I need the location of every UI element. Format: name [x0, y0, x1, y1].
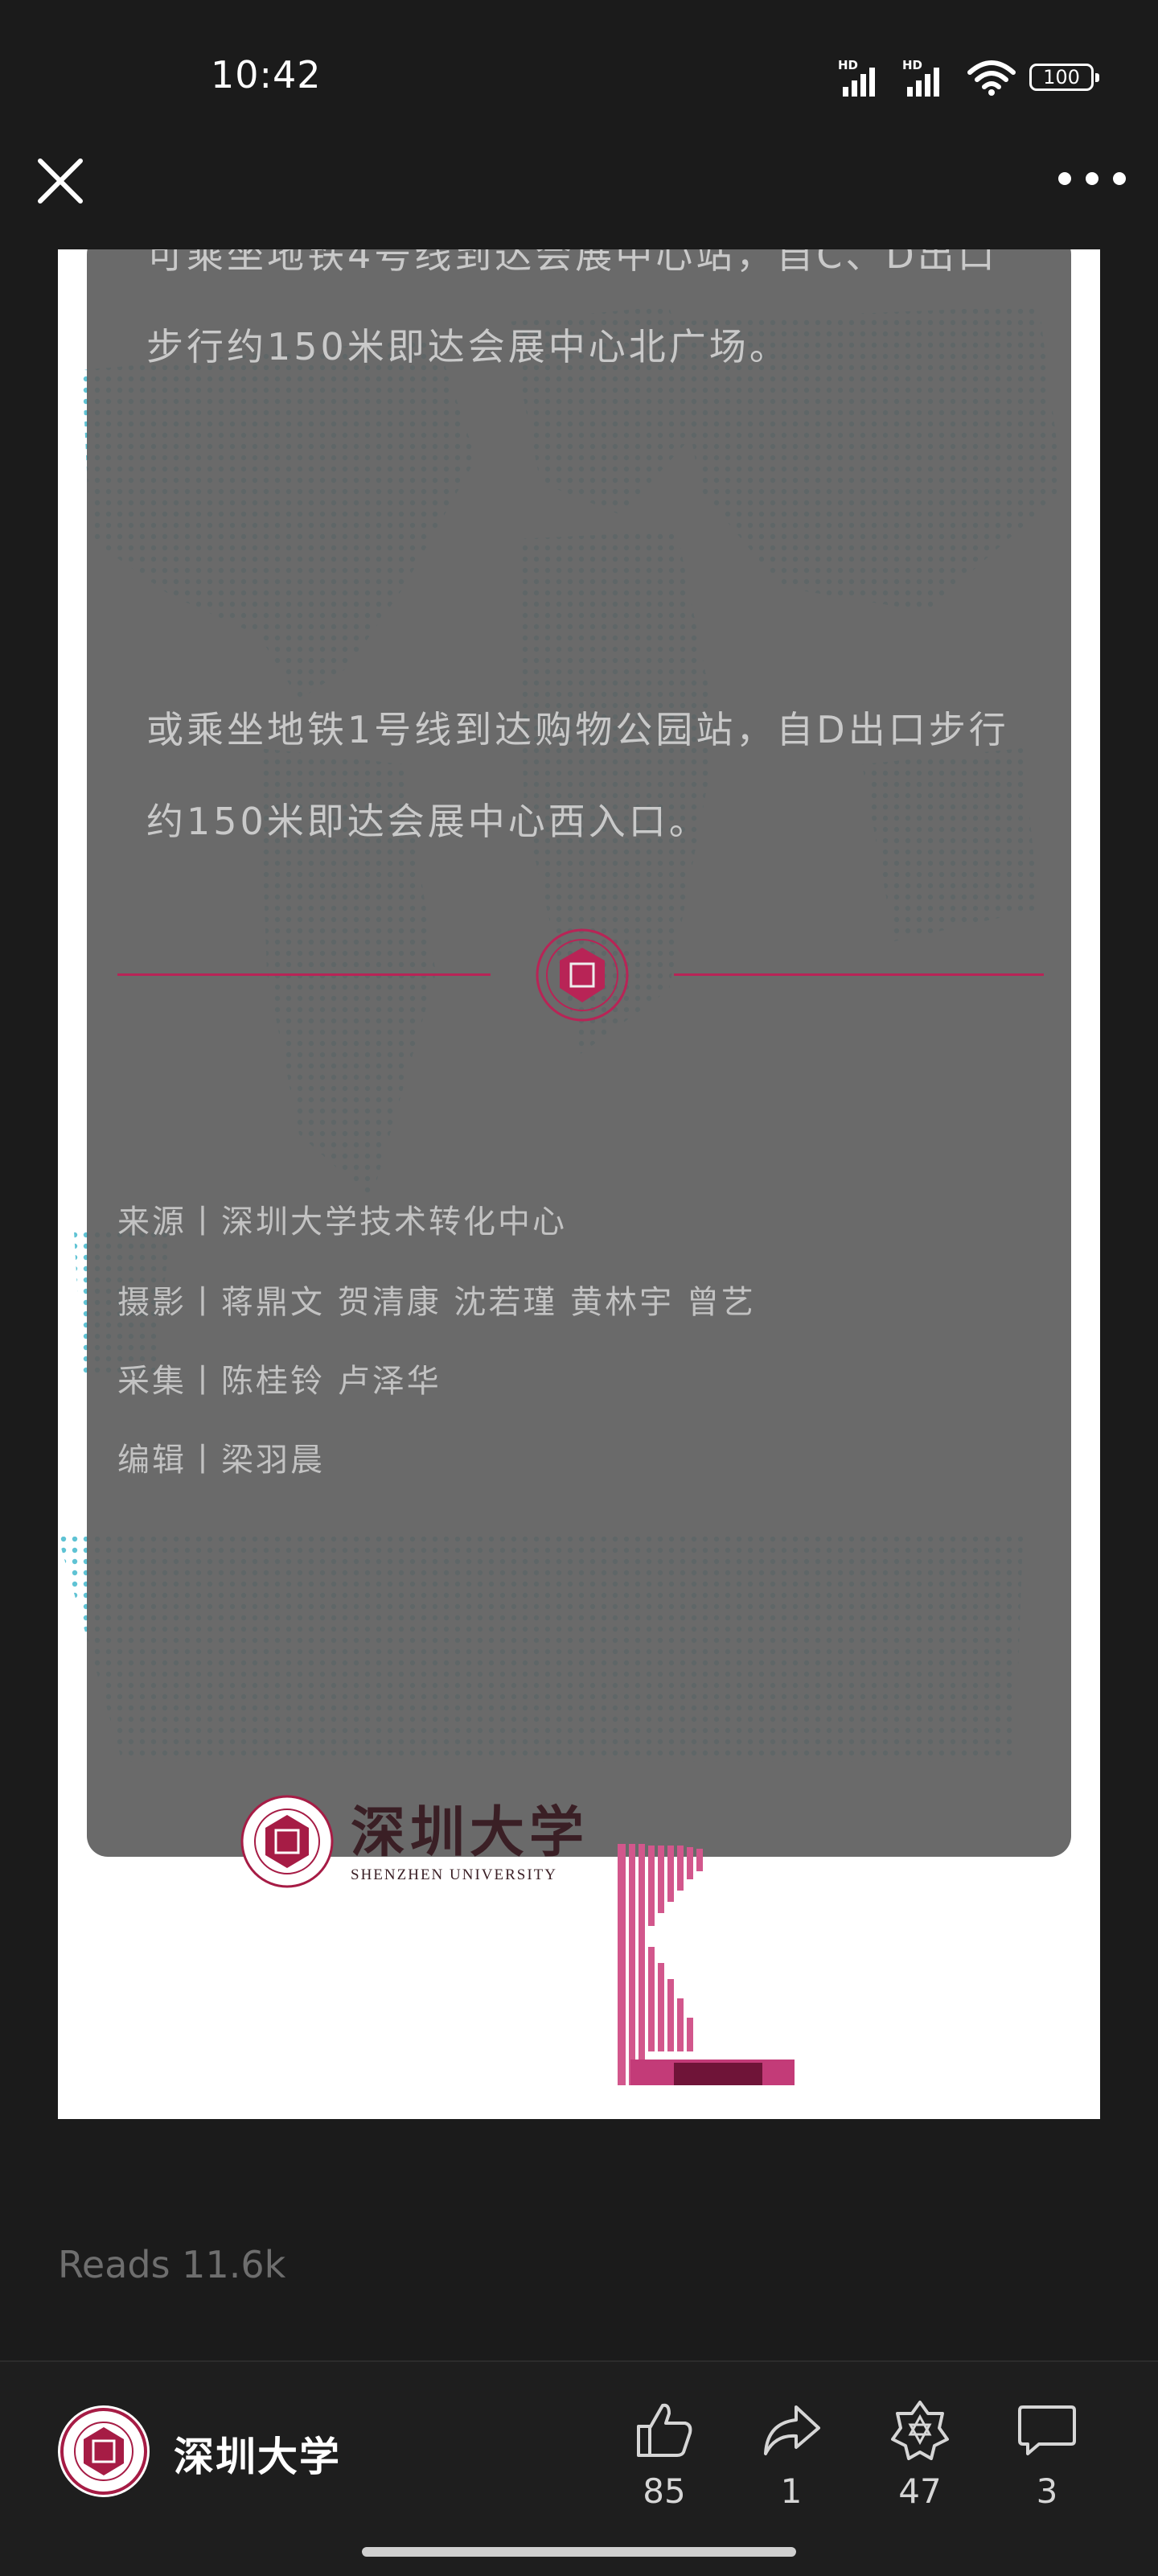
credit-editor: 编辑丨梁羽晨 [117, 1442, 325, 1479]
university-logo: 深圳大学 SHENZHEN UNIVERSITY [240, 1794, 589, 1889]
home-indicator[interactable] [362, 2547, 796, 2557]
wow-icon [891, 2401, 949, 2460]
bottom-action-bar: 深圳大学 85 1 47 3 [0, 2360, 1158, 2576]
account-name[interactable]: 深圳大学 [174, 2425, 341, 2483]
credit-photography: 摄影丨蒋鼎文 贺清康 沈若瑾 黄林宇 曾艺 [117, 1284, 756, 1321]
wow-count: 47 [898, 2471, 942, 2511]
letter-e-graphic [618, 1844, 795, 2085]
cell-signal-icon-2: HD [902, 58, 954, 97]
article-image: 可乘坐地铁4号线到达会展中心站，自C、D出口步行约150米即达会展中心北广场。 … [58, 249, 1100, 2119]
like-icon [637, 2403, 692, 2457]
status-time: 10:42 [211, 53, 322, 97]
status-icons: HD HD 100 [838, 58, 1099, 97]
university-emblem-icon [240, 1795, 334, 1888]
university-seal-icon [536, 928, 629, 1022]
wow-button[interactable]: 47 [872, 2397, 968, 2518]
divider-left [117, 973, 491, 976]
logo-name-en: SHENZHEN UNIVERSITY [351, 1866, 558, 1883]
reads-count: Reads 11.6k [58, 2243, 286, 2286]
like-count: 85 [643, 2471, 686, 2511]
comment-button[interactable]: 3 [999, 2397, 1095, 2518]
cell-signal-icon: HD [838, 58, 889, 97]
credit-source: 来源丨深圳大学技术转化中心 [117, 1204, 567, 1241]
like-button[interactable]: 85 [616, 2397, 712, 2518]
credit-collection: 采集丨陈桂铃 卢泽华 [117, 1363, 441, 1400]
logo-name-cn: 深圳大学 [351, 1800, 589, 1865]
university-emblem-icon [60, 2408, 147, 2495]
route-info-card: 可乘坐地铁4号线到达会展中心站，自C、D出口步行约150米即达会展中心北广场。 … [87, 249, 1071, 1857]
more-icon[interactable] [1058, 161, 1126, 196]
route-paragraph-1: 可乘坐地铁4号线到达会展中心站，自C、D出口步行约150米即达会展中心北广场。 [146, 249, 998, 368]
route-paragraph-2: 或乘坐地铁1号线到达购物公园站，自D出口步行约150米即达会展中心西入口。 [146, 708, 1009, 843]
share-count: 1 [780, 2471, 803, 2511]
battery-indicator: 100 [1029, 64, 1099, 91]
share-icon [764, 2405, 820, 2455]
wifi-icon [967, 60, 1016, 96]
divider-right [674, 973, 1044, 976]
account-avatar[interactable] [58, 2405, 150, 2497]
comment-count: 3 [1036, 2471, 1058, 2511]
comment-icon [1018, 2405, 1076, 2455]
close-icon[interactable] [32, 153, 88, 209]
share-button[interactable]: 1 [743, 2397, 840, 2518]
